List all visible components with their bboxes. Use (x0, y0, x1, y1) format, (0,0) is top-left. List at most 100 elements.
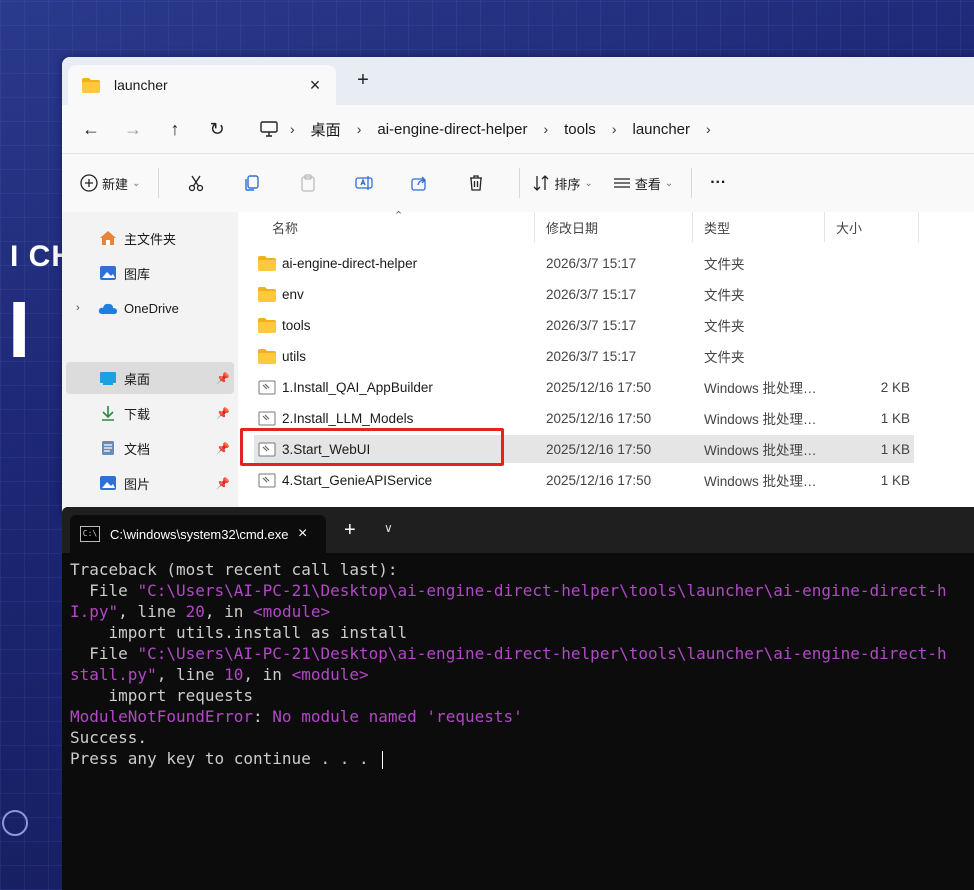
back-button[interactable]: ← (70, 119, 112, 140)
terminal-text: , in (204, 602, 254, 621)
folder-icon (258, 317, 276, 333)
pin-icon: 📌 (216, 407, 230, 420)
column-header-type[interactable]: 类型 (704, 212, 825, 242)
desktop-wallpaper-letter: I (8, 285, 31, 374)
sidebar-item-onedrive[interactable]: › OneDrive (62, 292, 234, 324)
file-explorer-window: launcher × + ← → ↑ ↻ › 桌面 › ai-engine-di… (62, 57, 974, 517)
share-icon (411, 176, 427, 191)
table-row[interactable]: 1.Install_QAI_AppBuilder 2025/12/16 17:5… (254, 373, 914, 401)
paste-button[interactable] (283, 174, 333, 192)
sidebar-item-label: 桌面 (124, 371, 151, 387)
sidebar-item-label: 主文件夹 (124, 231, 177, 247)
copy-button[interactable] (227, 174, 277, 192)
file-type: Windows 批处理… (704, 443, 817, 458)
breadcrumb-tools[interactable]: tools (554, 121, 606, 138)
sidebar-item-documents[interactable]: 文档 📌 (62, 432, 234, 464)
breadcrumb-desktop[interactable]: 桌面 (301, 119, 351, 140)
forward-button[interactable]: → (112, 119, 154, 140)
up-button[interactable]: ↑ (154, 119, 196, 140)
terminal-module: <module> (291, 665, 369, 684)
pin-icon: 📌 (216, 442, 230, 455)
breadcrumb-separator: › (611, 121, 617, 137)
sidebar-item-pictures[interactable]: 图片 📌 (62, 467, 234, 499)
sidebar-item-gallery[interactable]: 图库 (62, 257, 234, 289)
gallery-icon (98, 264, 118, 282)
delete-button[interactable] (451, 174, 501, 192)
breadcrumb-more-chevron[interactable]: › (700, 121, 717, 137)
pictures-icon (98, 474, 118, 492)
table-row[interactable]: ai-engine-direct-helper 2026/3/7 15:17 文… (254, 249, 914, 277)
new-tab-button[interactable]: + (348, 69, 378, 92)
breadcrumb-separator: › (290, 121, 295, 137)
chevron-down-icon: ⌄ (584, 177, 593, 189)
explorer-tab-title: launcher (114, 77, 168, 93)
refresh-button[interactable]: ↻ (196, 119, 238, 140)
sidebar-item-desktop[interactable]: 桌面 📌 (66, 362, 234, 394)
rename-button[interactable] (339, 174, 389, 192)
sidebar-item-home[interactable]: 主文件夹 (62, 222, 234, 254)
terminal-tab[interactable]: C:\ C:\windows\system32\cmd.exe × (70, 515, 326, 553)
file-size (834, 342, 910, 370)
chevron-right-icon[interactable]: › (76, 302, 80, 314)
breadcrumb-launcher[interactable]: launcher (622, 121, 700, 138)
terminal-dropdown-button[interactable]: ∨ (384, 521, 393, 535)
column-header-name[interactable]: 名称 (272, 212, 535, 242)
column-header-label: 类型 (704, 220, 731, 236)
folder-icon (258, 348, 276, 364)
view-button[interactable]: 查看 ⌄ (613, 174, 673, 193)
file-date: 2025/12/16 17:50 (546, 379, 652, 395)
folder-icon (258, 286, 276, 302)
terminal-line: File (70, 581, 138, 600)
computer-icon[interactable] (260, 121, 278, 137)
more-options-button[interactable]: ··· (710, 174, 726, 192)
sidebar-item-label: 图片 (124, 476, 151, 492)
column-header-size[interactable]: 大小 (836, 212, 919, 242)
sort-button[interactable]: 排序 ⌄ (532, 174, 593, 193)
table-row[interactable]: env 2026/3/7 15:17 文件夹 (254, 280, 914, 308)
terminal-output[interactable]: Traceback (most recent call last): File … (70, 559, 974, 769)
explorer-tab[interactable]: launcher × (68, 65, 336, 105)
cmd-icon: C:\ (80, 526, 100, 542)
table-row[interactable]: utils 2026/3/7 15:17 文件夹 (254, 342, 914, 370)
file-type: 文件夹 (704, 257, 745, 272)
share-button[interactable] (395, 174, 445, 192)
sort-icon (533, 175, 549, 191)
file-date: 2026/3/7 15:17 (546, 286, 637, 302)
column-header-modified[interactable]: 修改日期 (546, 212, 693, 242)
cut-button[interactable] (171, 174, 221, 192)
close-tab-button[interactable]: × (298, 525, 307, 543)
toolbar-divider (691, 168, 693, 198)
clipboard-icon (301, 174, 316, 192)
sort-button-label: 排序 (554, 176, 581, 192)
view-list-icon (613, 178, 630, 188)
sidebar-item-label: 图库 (124, 266, 151, 282)
sidebar-item-downloads[interactable]: 下载 📌 (62, 397, 234, 429)
terminal-module: <module> (253, 602, 331, 621)
view-button-label: 查看 (634, 176, 661, 192)
breadcrumb-ai-engine-direct-helper[interactable]: ai-engine-direct-helper (367, 121, 537, 138)
file-name: env (282, 286, 304, 302)
copy-icon (245, 175, 260, 191)
file-type: 文件夹 (704, 350, 745, 365)
file-date: 2026/3/7 15:17 (546, 255, 637, 271)
folder-icon (258, 255, 276, 271)
new-button[interactable]: 新建 ⌄ (80, 174, 140, 193)
terminal-error-message: No module named 'requests' (272, 707, 523, 726)
close-tab-button[interactable]: × (300, 75, 330, 96)
table-row[interactable]: tools 2026/3/7 15:17 文件夹 (254, 311, 914, 339)
breadcrumb-separator: › (356, 121, 362, 137)
terminal-line: import utils.install as install (70, 623, 408, 642)
new-button-label: 新建 (102, 176, 129, 192)
table-row[interactable]: 4.Start_GenieAPIService 2025/12/16 17:50… (254, 466, 914, 494)
navigation-bar: ← → ↑ ↻ › 桌面 › ai-engine-direct-helper ›… (62, 105, 974, 153)
file-type: 文件夹 (704, 288, 745, 303)
file-size: 1 KB (880, 472, 910, 488)
file-date: 2025/12/16 17:50 (546, 441, 652, 457)
column-header-label: 修改日期 (546, 220, 599, 236)
terminal-path: I.py" (70, 602, 119, 621)
chevron-down-icon: ⌄ (132, 177, 141, 189)
highlight-annotation-box (240, 428, 504, 466)
sidebar-item-label: 文档 (124, 441, 151, 457)
new-terminal-tab-button[interactable]: + (344, 519, 356, 542)
terminal-path: "C:\Users\AI-PC-21\Desktop\ai-engine-dir… (137, 581, 947, 600)
